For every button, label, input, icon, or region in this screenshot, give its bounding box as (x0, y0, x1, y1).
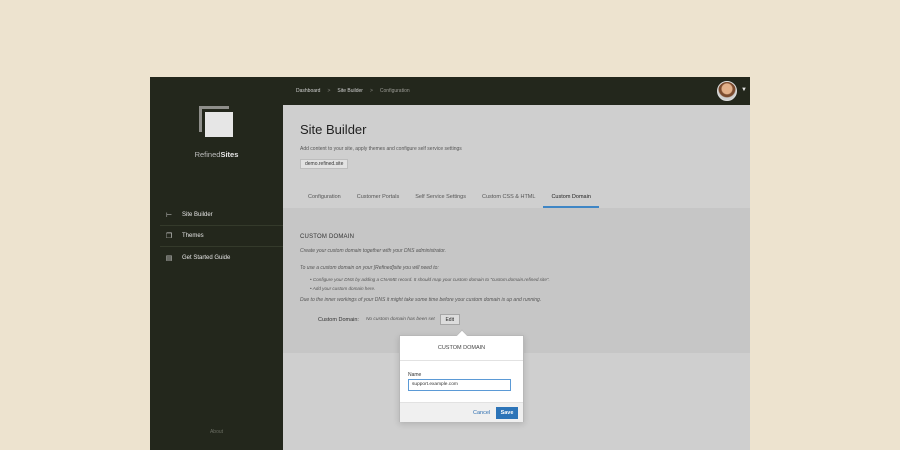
name-label: Name (408, 372, 422, 378)
breadcrumb: Dashboard > Site Builder > Configuration (296, 88, 410, 94)
custom-domain-value: No custom domain has been set (365, 317, 435, 322)
dns-note: Due to the inner workings of your DNS it… (300, 297, 542, 303)
list-item: • Add your custom domain here. (310, 286, 376, 291)
top-bar: Dashboard > Site Builder > Configuration… (283, 77, 750, 105)
sitemap-icon: ⊢ (165, 212, 173, 219)
list-item: • Configure your DNS by adding a CNAME r… (310, 277, 550, 282)
sidebar-item-get-started-guide[interactable]: ▤ Get Started Guide (160, 247, 283, 268)
custom-domain-row: Custom Domain: No custom domain has been… (318, 314, 460, 325)
breadcrumb-dashboard[interactable]: Dashboard (296, 88, 320, 94)
app-window: RefinedSites ⊢ Site Builder ❐ Themes ▤ G… (150, 77, 750, 450)
tab-configuration[interactable]: Configuration (300, 189, 349, 208)
sidebar-item-label: Get Started Guide (182, 254, 231, 261)
custom-domain-label: Custom Domain: (318, 316, 359, 323)
tab-custom-domain[interactable]: Custom Domain (543, 189, 600, 208)
tab-custom-css-html[interactable]: Custom CSS & HTML (474, 189, 543, 208)
side-nav: ⊢ Site Builder ❐ Themes ▤ Get Started Gu… (160, 205, 283, 268)
tab-customer-portals[interactable]: Customer Portals (349, 189, 408, 208)
book-icon: ▤ (165, 254, 173, 262)
chevron-down-icon[interactable]: ▼ (741, 87, 747, 93)
requirements-text: To use a custom domain on your [Refined]… (300, 265, 439, 271)
about-link[interactable]: About (150, 429, 283, 435)
page-title: Site Builder (300, 122, 367, 137)
logo-icon (199, 106, 235, 138)
sidebar: RefinedSites ⊢ Site Builder ❐ Themes ▤ G… (150, 77, 283, 450)
sidebar-item-label: Themes (182, 233, 204, 239)
sidebar-item-themes[interactable]: ❐ Themes (160, 226, 283, 247)
breadcrumb-configuration: Configuration (379, 88, 410, 94)
section-title: CUSTOM DOMAIN (300, 234, 355, 240)
page-description: Add content to your site, apply themes a… (300, 146, 462, 152)
site-badge: demo.refined.site (300, 159, 349, 169)
popover-title: CUSTOM DOMAIN (400, 336, 523, 361)
breadcrumb-separator: > (369, 88, 373, 94)
themes-icon: ❐ (165, 233, 173, 240)
intro-text: Create your custom domain together with … (300, 248, 446, 254)
tab-bar: Configuration Customer Portals Self Serv… (300, 189, 600, 208)
popover-footer: Cancel Save (400, 402, 523, 422)
avatar[interactable] (717, 81, 737, 101)
tab-self-service-settings[interactable]: Self Service Settings (407, 189, 474, 208)
breadcrumb-site-builder[interactable]: Site Builder (337, 88, 363, 94)
custom-domain-panel: CUSTOM DOMAIN Create your custom domain … (283, 208, 750, 353)
edit-button[interactable]: Edit (439, 314, 460, 325)
sidebar-item-site-builder[interactable]: ⊢ Site Builder (160, 205, 283, 226)
custom-domain-popover: CUSTOM DOMAIN Name support.example.com C… (399, 329, 524, 422)
brand-name: RefinedSites (194, 150, 239, 159)
breadcrumb-separator: > (327, 88, 331, 94)
sidebar-item-label: Site Builder (182, 212, 213, 218)
cancel-button[interactable]: Cancel (473, 410, 490, 416)
domain-name-input[interactable]: support.example.com (408, 379, 511, 391)
save-button[interactable]: Save (496, 407, 518, 419)
